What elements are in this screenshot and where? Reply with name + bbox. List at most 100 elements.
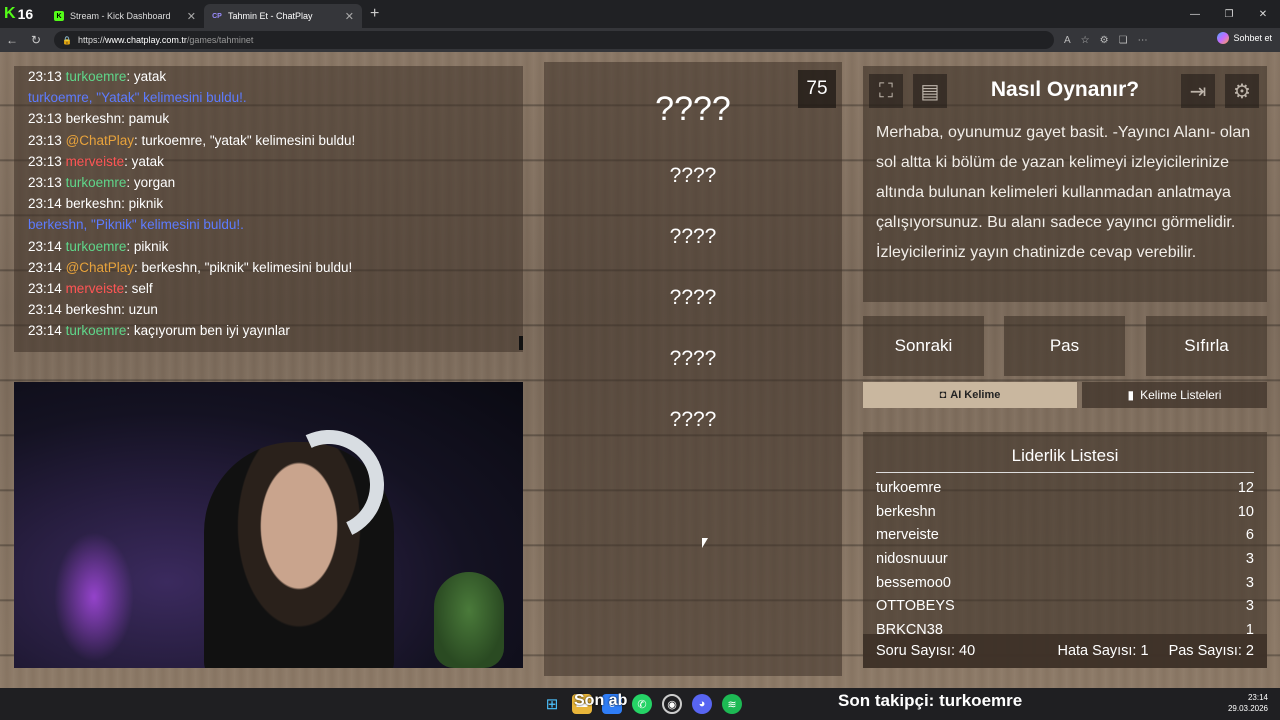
taskbar: ⊞ ▬ e ✆ ◉ ◕ ≋ xyxy=(0,688,1280,720)
chat-panel: 23:13 turkoemre: yatak turkoemre, "Yatak"… xyxy=(14,66,523,352)
reset-button[interactable]: Sıfırla xyxy=(1146,316,1267,376)
chat-username[interactable]: turkoemre xyxy=(66,323,127,338)
spotify-icon[interactable]: ≋ xyxy=(722,694,742,714)
leaderboard-row: turkoemre 12 xyxy=(863,477,1267,501)
chat-text: : piknik xyxy=(126,238,169,254)
tab-chatplay[interactable]: CP Tahmin Et - ChatPlay ✕ xyxy=(204,4,362,28)
windows-start-icon[interactable]: ⊞ xyxy=(542,694,562,714)
overlay-partial-text: Son ab xyxy=(574,692,628,709)
forbidden-word: ???? xyxy=(669,164,717,187)
obs-icon[interactable]: ◉ xyxy=(662,694,682,714)
player-score: 6 xyxy=(1245,527,1254,544)
chat-scrollbar[interactable] xyxy=(519,336,523,350)
system-clock: 23:14 29.03.2026 xyxy=(1228,692,1268,714)
tab-label: Tahmin Et - ChatPlay xyxy=(228,11,313,21)
url-field[interactable]: 🔒 https://www.chatplay.com.tr/games/tahm… xyxy=(54,31,1054,49)
chat-text: : yatak xyxy=(124,153,164,169)
exit-icon[interactable]: ⇥ xyxy=(1181,74,1215,108)
next-button[interactable]: Sonraki xyxy=(863,316,984,376)
chat-message: 23:13 turkoemre: yatak xyxy=(28,66,509,87)
chat-message: 23:13 turkoemre: yorgan xyxy=(28,172,509,193)
tab-label: Stream - Kick Dashboard xyxy=(70,11,171,21)
chat-text: : yorgan xyxy=(126,174,176,190)
chat-username[interactable]: berkeshn xyxy=(66,302,122,317)
chat-username[interactable]: @ChatPlay xyxy=(66,260,134,275)
restore-icon[interactable]: ❐ xyxy=(1212,0,1246,28)
robot-icon: ◘ xyxy=(939,389,947,401)
chat-time: 23:13 xyxy=(28,69,62,84)
chat-text: : uzun xyxy=(121,302,158,318)
chat-time: 23:13 xyxy=(28,132,62,148)
chat-username[interactable]: merveiste xyxy=(66,281,125,296)
webcam-plush xyxy=(434,572,504,668)
chat-username[interactable]: berkeshn xyxy=(66,111,122,126)
new-tab-button[interactable]: + xyxy=(370,5,379,23)
read-aloud-icon[interactable]: A xyxy=(1064,35,1071,46)
chat-time: 23:13 xyxy=(28,174,62,190)
chat-time: 23:14 xyxy=(28,238,62,254)
close-window-icon[interactable]: ✕ xyxy=(1246,0,1280,28)
leaderboard-title: Liderlik Listesi xyxy=(1011,446,1119,465)
chat-time: 23:14 xyxy=(28,280,62,296)
chat-time: 23:13 xyxy=(28,111,62,127)
kick-extension-icon[interactable]: K 16 xyxy=(0,2,46,26)
page-content: 23:13 turkoemre: yatak turkoemre, "Yatak"… xyxy=(0,52,1280,688)
webcam-feed xyxy=(14,382,523,668)
player-name: OTTOBEYS xyxy=(876,598,955,615)
chat-time: 23:14 xyxy=(28,323,62,339)
chat-username[interactable]: turkoemre xyxy=(66,69,127,84)
close-icon[interactable]: ✕ xyxy=(345,10,354,23)
chat-username[interactable]: turkoemre xyxy=(66,239,127,254)
clock-date: 29.03.2026 xyxy=(1227,704,1268,713)
mouse-cursor xyxy=(702,538,708,548)
ai-word-label: AI Kelime xyxy=(950,389,1001,401)
word-lists-button[interactable]: ▮ Kelime Listeleri xyxy=(1082,382,1267,408)
player-name: turkoemre xyxy=(876,480,942,496)
more-icon[interactable]: ⋯ xyxy=(1138,35,1148,46)
gear-icon[interactable]: ⚙ xyxy=(1225,74,1259,108)
minimize-icon[interactable]: — xyxy=(1178,0,1212,28)
forbidden-word: ???? xyxy=(669,286,717,309)
pass-button[interactable]: Pas xyxy=(1004,316,1125,376)
webcam-light xyxy=(54,532,134,662)
whatsapp-icon[interactable]: ✆ xyxy=(632,694,652,714)
forbidden-word: ???? xyxy=(669,408,717,431)
error-count: Hata Sayısı: 1 xyxy=(1057,643,1149,659)
lock-icon: 🔒 xyxy=(62,35,72,45)
copilot-button[interactable]: Sohbet et xyxy=(1217,32,1272,44)
chat-text: : berkeshn, "piknik" kelimesini buldu! xyxy=(134,259,353,275)
chat-username[interactable]: berkeshn xyxy=(66,196,122,211)
chat-username[interactable]: merveiste xyxy=(66,154,125,169)
main-word: ???? xyxy=(655,90,731,128)
leaderboard-row: OTTOBEYS 3 xyxy=(863,595,1267,619)
question-count: Soru Sayısı: 40 xyxy=(876,643,976,659)
chat-time: 23:14 xyxy=(28,302,62,318)
back-icon[interactable]: ← xyxy=(0,33,24,47)
chat-time: 23:14 xyxy=(28,259,62,275)
chat-username[interactable]: @ChatPlay xyxy=(66,133,134,148)
favorite-icon[interactable]: ☆ xyxy=(1081,35,1090,46)
pass-count: Pas Sayısı: 2 xyxy=(1168,643,1254,659)
close-icon[interactable]: ✕ xyxy=(187,10,196,23)
url-prefix: https:// xyxy=(77,35,105,45)
player-score: 3 xyxy=(1245,598,1254,615)
tab-kick-dashboard[interactable]: K Stream - Kick Dashboard ✕ xyxy=(46,4,204,28)
collections-icon[interactable]: ❏ xyxy=(1119,35,1128,46)
leaderboard-list: turkoemre 12 berkeshn 10 merveiste 6 nidosnuuu… xyxy=(863,477,1267,643)
window-controls: — ❐ ✕ xyxy=(1178,0,1280,28)
word-panel: 75 ???? ???? ???? ???? ???? ???? xyxy=(544,62,842,676)
refresh-icon[interactable]: ↻ xyxy=(24,33,48,47)
extensions-icon[interactable]: ⚙ xyxy=(1100,35,1109,46)
ai-word-button[interactable]: ◘ AI Kelime xyxy=(863,382,1077,408)
player-name: merveiste xyxy=(876,527,939,544)
chat-system-message: berkeshn, "Piknik" kelimesini buldu!. xyxy=(28,217,244,233)
chat-username[interactable]: turkoemre xyxy=(66,175,127,190)
list-icon: ▮ xyxy=(1127,388,1135,402)
chat-message: 23:14 turkoemre: kaçıyorum ben iyi yayın… xyxy=(28,320,509,341)
player-name: nidosnuuur xyxy=(876,551,948,568)
chatplay-icon: CP xyxy=(212,12,222,20)
leaderboard-panel: Liderlik Listesi turkoemre 12 berkeshn 10 me… xyxy=(863,432,1267,668)
discord-icon[interactable]: ◕ xyxy=(692,694,712,714)
chat-message: 23:14 @ChatPlay: berkeshn, "piknik" keli… xyxy=(28,257,509,278)
leaderboard-row: bessemoo0 3 xyxy=(863,572,1267,596)
